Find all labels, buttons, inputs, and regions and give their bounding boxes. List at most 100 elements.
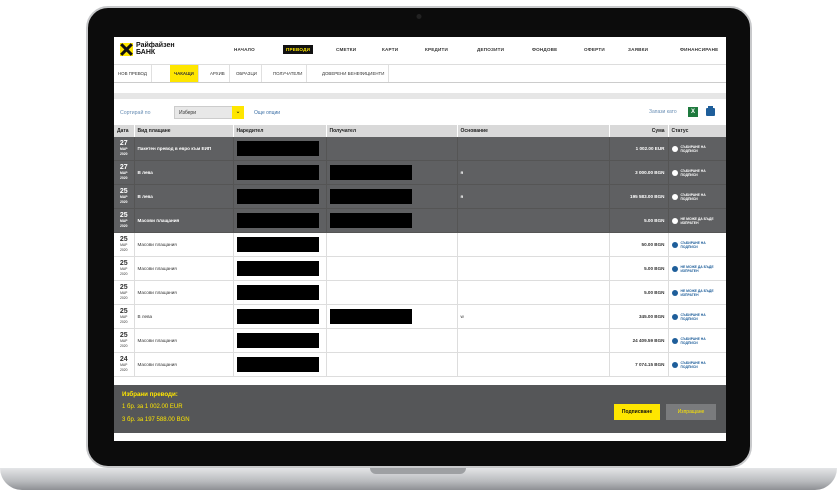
header-date[interactable]: Дата — [114, 125, 135, 137]
row-payer — [233, 184, 327, 209]
nav-home[interactable]: НАЧАЛО — [234, 47, 255, 52]
payer-redaction — [236, 189, 319, 204]
nav-financing[interactable]: ФИНАНСИРАНЕ — [680, 47, 718, 52]
info-icon[interactable] — [671, 145, 678, 152]
row-payee — [326, 304, 458, 329]
table-row[interactable]: 25 МАР 2020 В лева я 195 583.00 BGN СЪБИРАНЕ Н… — [114, 184, 726, 209]
sign-button[interactable]: Подписване — [614, 404, 660, 420]
info-icon[interactable] — [671, 361, 678, 368]
nav-funds[interactable]: ФОНДОВЕ — [532, 47, 557, 52]
row-amount: 24 409.59 BGN — [609, 328, 669, 353]
row-payer — [233, 328, 327, 353]
table-row[interactable]: 25 МАР 2020 Масови плащания 5.00 BGN НЕ МОЖЕ … — [114, 256, 726, 281]
nav-accounts[interactable]: СМЕТКИ — [336, 47, 356, 52]
row-year: 2020 — [119, 200, 128, 204]
row-day: 25 — [119, 308, 128, 315]
app-screen: Райфайзен БАНК НАЧАЛО ПРЕВОДИ СМЕТКИ КАР… — [114, 37, 726, 441]
row-payee — [326, 232, 458, 257]
subtab-trusted-beneficiaries[interactable]: ДОВЕРЕНИ БЕНЕФИЦИЕНТИ — [318, 65, 390, 82]
table-row[interactable]: 27 МАР 2020 В лева я 3 000.00 BGN СЪБИРАНЕ НА … — [114, 160, 726, 185]
table-row[interactable]: 25 МАР 2020 В лева w 345.00 BGN СЪБИРАНЕ НА ПО… — [114, 304, 726, 329]
payer-redaction — [236, 237, 319, 252]
header-payee[interactable]: Получател — [326, 125, 458, 137]
table-header: Дата Вид плащане Наредител Получател Осн… — [114, 125, 726, 137]
payee-redaction — [329, 189, 412, 204]
selected-transfers-title: Избрани преводи: — [122, 391, 178, 398]
row-year: 2020 — [119, 152, 128, 156]
nav-transfers[interactable]: ПРЕВОДИ — [283, 45, 314, 54]
header-payer[interactable]: Наредител — [233, 125, 327, 137]
row-date: 25 МАР 2020 — [114, 208, 135, 233]
status-text: СЪБИРАНЕ НА ПОДПИСИ — [680, 144, 706, 153]
row-status: НЕ МОЖЕ ДА БЪДЕ ИЗПРАТЕН — [668, 208, 726, 233]
row-status: НЕ МОЖЕ ДА БЪДЕ ИЗПРАТЕН — [668, 256, 726, 281]
header-type[interactable]: Вид плащане — [134, 125, 234, 137]
info-icon[interactable] — [671, 193, 678, 200]
send-button[interactable]: Изпращане — [666, 404, 716, 420]
top-navigation: Райфайзен БАНК НАЧАЛО ПРЕВОДИ СМЕТКИ КАР… — [114, 37, 726, 65]
row-reason — [457, 208, 610, 233]
nav-deposits[interactable]: ДЕПОЗИТИ — [477, 47, 504, 52]
status-badge: НЕ МОЖЕ ДА БЪДЕ ИЗПРАТЕН — [671, 289, 723, 297]
subtab-new-transfer[interactable]: НОВ ПРЕВОД — [114, 65, 152, 82]
info-icon[interactable] — [671, 265, 678, 272]
row-type: Масови плащания — [134, 256, 234, 281]
table-row[interactable]: 27 МАР 2020 Пакетен превод в евро към ЕИП 1 … — [114, 137, 726, 161]
info-icon[interactable] — [671, 241, 678, 248]
nav-offers[interactable]: ОФЕРТИ — [584, 47, 605, 52]
subtab-templates[interactable]: ОБРАЗЦИ — [232, 65, 262, 82]
info-icon[interactable] — [671, 217, 678, 224]
header-reason[interactable]: Основание — [457, 125, 610, 137]
row-payee — [326, 160, 458, 185]
row-year: 2020 — [119, 224, 128, 228]
row-payee — [326, 280, 458, 305]
row-reason: w — [457, 304, 610, 329]
row-type: Масови плащания — [134, 328, 234, 353]
nav-loans[interactable]: КРЕДИТИ — [425, 47, 448, 52]
subtab-archive[interactable]: АРХИВ — [206, 65, 230, 82]
laptop-notch — [370, 468, 466, 474]
table-row[interactable]: 25 МАР 2020 Масови плащания 5.00 BGN НЕ МОЖЕ … — [114, 280, 726, 305]
header-amount[interactable]: Сума — [609, 125, 669, 137]
info-icon[interactable] — [671, 337, 678, 344]
header-status[interactable]: Статус — [668, 125, 726, 137]
print-icon[interactable] — [706, 106, 715, 116]
row-date: 25 МАР 2020 — [114, 184, 135, 209]
subtab-recipients[interactable]: ПОЛУЧАТЕЛИ — [269, 65, 308, 82]
status-text: СЪБИРАНЕ НА ПОДПИСИ — [680, 312, 706, 321]
bank-logo[interactable]: Райфайзен БАНК — [120, 42, 186, 56]
payee-redaction — [329, 213, 412, 228]
table-row[interactable]: 25 МАР 2020 Масови плащания 50.00 BGN СЪБИРАН… — [114, 232, 726, 257]
row-amount: 5.00 BGN — [609, 256, 669, 281]
excel-export-icon[interactable]: X — [688, 107, 698, 117]
transfers-table: Дата Вид плащане Наредител Получател Осн… — [114, 125, 726, 377]
status-badge: СЪБИРАНЕ НА ПОДПИСИ — [671, 312, 723, 321]
payer-redaction — [236, 213, 319, 228]
row-date: 25 МАР 2020 — [114, 328, 135, 353]
table-row[interactable]: 25 МАР 2020 Масови плащания 24 409.59 BGN СЪБ… — [114, 328, 726, 353]
status-badge: СЪБИРАНЕ НА ПОДПИСИ — [671, 144, 723, 153]
nav-cards[interactable]: КАРТИ — [382, 47, 398, 52]
row-payer — [233, 232, 327, 257]
table-row[interactable]: 24 МАР 2020 Масови плащания 7 074.15 BGN СЪБИ… — [114, 352, 726, 377]
row-type: Пакетен превод в евро към ЕИП — [134, 137, 234, 161]
info-icon[interactable] — [671, 313, 678, 320]
info-icon[interactable] — [671, 289, 678, 296]
more-options-link[interactable]: Още опции — [254, 110, 280, 116]
row-status: СЪБИРАНЕ НА ПОДПИСИ — [668, 137, 726, 161]
chevron-down-icon[interactable]: ⌄ — [232, 106, 244, 119]
sub-navigation: НОВ ПРЕВОД ЧАКАЩИ АРХИВ ОБРАЗЦИ ПОЛУЧАТЕ… — [114, 65, 726, 83]
camera-icon — [416, 14, 422, 19]
row-year: 2020 — [119, 320, 128, 324]
row-payee — [326, 137, 458, 161]
table-row[interactable]: 25 МАР 2020 Масови плащания 5.00 BGN НЕ МОЖЕ … — [114, 208, 726, 233]
row-payee — [326, 208, 458, 233]
info-icon[interactable] — [671, 169, 678, 176]
row-type: В лева — [134, 184, 234, 209]
subtab-pending[interactable]: ЧАКАЩИ — [170, 65, 199, 82]
save-as-label: Запази като — [649, 109, 677, 115]
payer-redaction — [236, 165, 319, 180]
divider-band — [114, 93, 726, 99]
row-day: 27 — [119, 140, 128, 147]
nav-requests[interactable]: ЗАЯВКИ — [628, 47, 648, 52]
